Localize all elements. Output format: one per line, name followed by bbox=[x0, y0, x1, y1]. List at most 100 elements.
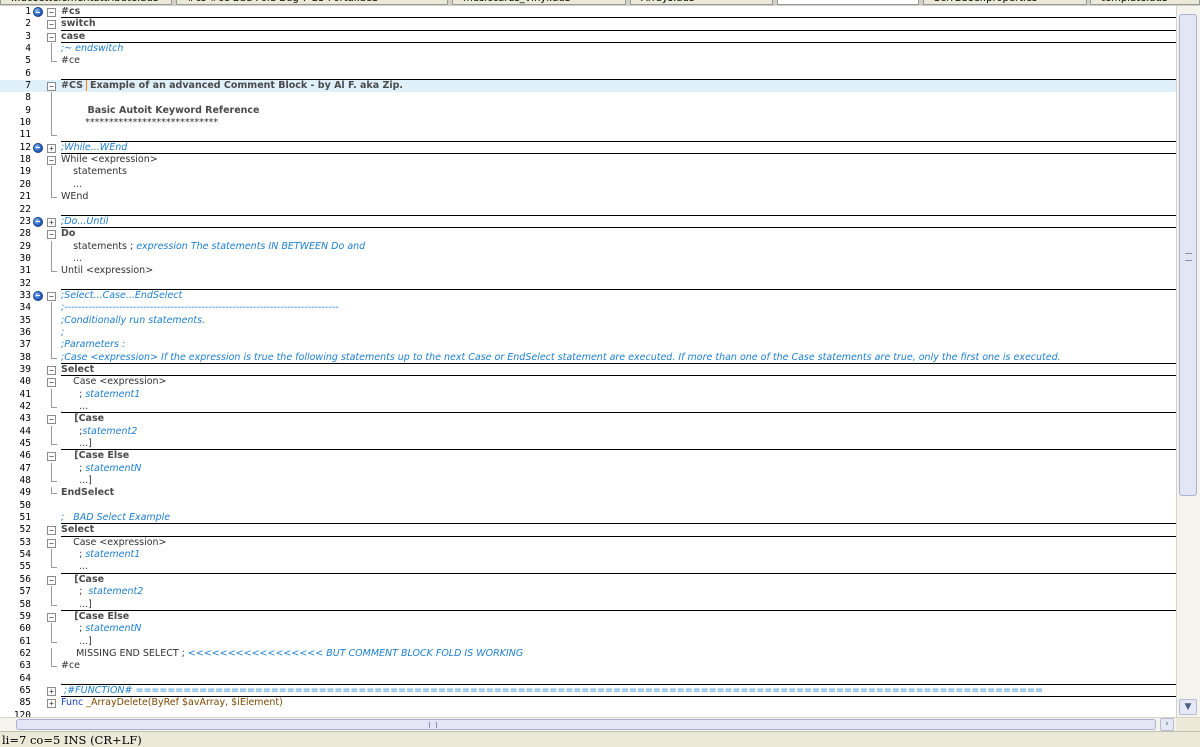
fold-minus-icon[interactable]: − bbox=[47, 156, 56, 166]
code-line[interactable]: 55 ... bbox=[0, 561, 1176, 575]
fold-minus-icon[interactable]: − bbox=[47, 291, 56, 301]
bookmark-marker-icon[interactable] bbox=[33, 216, 43, 227]
code-line[interactable]: 10 **************************** bbox=[0, 117, 1176, 130]
fold-minus-icon[interactable]: − bbox=[47, 365, 56, 375]
code-line[interactable]: 46 − [Case Else bbox=[0, 450, 1176, 462]
code-line[interactable]: 44 ;statement2 bbox=[0, 425, 1176, 439]
code-line[interactable]: 2 − switch bbox=[0, 18, 1176, 32]
horizontal-scroll-thumb[interactable] bbox=[16, 719, 1156, 730]
bookmark-marker-icon[interactable] bbox=[33, 7, 43, 17]
code-text: ;Do...Until bbox=[61, 216, 1176, 228]
code-line[interactable]: 18 − While <expression> bbox=[0, 154, 1176, 166]
code-line[interactable]: 32 bbox=[0, 277, 1176, 291]
fold-minus-icon[interactable]: − bbox=[47, 20, 56, 30]
code-line[interactable]: 43 − [Case bbox=[0, 413, 1176, 425]
code-editor[interactable]: 1− #cs 2− switch 3− case 4 ;~ endswitch 5 #ce 6 7− #… bbox=[0, 6, 1176, 717]
code-line[interactable]: 48 ...] bbox=[0, 475, 1176, 487]
bookmark-marker-icon[interactable] bbox=[33, 290, 43, 301]
tab-6[interactable]: template.au3 bbox=[1090, 0, 1200, 5]
fold-minus-icon[interactable]: − bbox=[47, 378, 56, 388]
tab-1[interactable]: #cs-#ce Bad Fold Bug 7-25 Portal.au3 bbox=[176, 0, 448, 5]
code-line[interactable]: 60 ; statementN bbox=[0, 623, 1176, 636]
tab-3[interactable]: Arrays.au3 bbox=[630, 0, 773, 5]
vertical-scroll-thumb[interactable] bbox=[1179, 14, 1197, 496]
code-segment: Func bbox=[61, 697, 84, 709]
fold-minus-icon[interactable]: − bbox=[47, 538, 56, 548]
code-line[interactable]: 62 MISSING END SELECT ; <<<<<<<<<<<<<<<<… bbox=[0, 647, 1176, 661]
tab-2[interactable]: musiccards_Vinyl.au3 bbox=[452, 0, 626, 5]
code-line[interactable]: 37 ;Parameters : bbox=[0, 339, 1176, 352]
code-line[interactable]: 4 ;~ endswitch bbox=[0, 43, 1176, 56]
code-line[interactable]: 61 ...] bbox=[0, 635, 1176, 648]
code-line[interactable]: 33 − ;Select...Case...EndSelect bbox=[0, 290, 1176, 302]
fold-minus-icon[interactable]: − bbox=[47, 82, 56, 92]
code-line[interactable]: 41 ; statement1 bbox=[0, 388, 1176, 401]
code-line[interactable]: 59 − [Case Else bbox=[0, 611, 1176, 623]
code-line[interactable]: 39 − Select bbox=[0, 364, 1176, 377]
code-line[interactable]: 51 ; BAD Select Example bbox=[0, 512, 1176, 525]
code-line[interactable]: 85 + Func _ArrayDelete(ByRef $avArray, $iE… bbox=[0, 697, 1176, 709]
code-line[interactable]: 19 statements bbox=[0, 166, 1176, 179]
code-line[interactable]: 40 − Case <expression> bbox=[0, 376, 1176, 388]
fold-minus-icon[interactable]: − bbox=[47, 452, 56, 462]
code-line[interactable]: 58 ...] bbox=[0, 598, 1176, 612]
fold-minus-icon[interactable]: − bbox=[47, 415, 56, 425]
code-line[interactable]: 28 − Do bbox=[0, 228, 1176, 240]
scroll-down-icon[interactable]: ▼ bbox=[1179, 699, 1197, 715]
fold-plus-icon[interactable]: + bbox=[47, 699, 56, 709]
fold-minus-icon[interactable]: − bbox=[47, 612, 56, 622]
code-segment: ; BAD Select Example bbox=[61, 512, 171, 524]
tab-5[interactable]: SciTEUser.properties bbox=[923, 0, 1087, 5]
code-line[interactable]: 20 ... bbox=[0, 178, 1176, 192]
fold-minus-icon[interactable]: − bbox=[47, 526, 56, 536]
code-line[interactable]: 50 bbox=[0, 500, 1176, 512]
code-line[interactable]: 6 bbox=[0, 68, 1176, 81]
code-line[interactable]: 47 ; statementN bbox=[0, 462, 1176, 476]
code-line[interactable]: 34 ;-------------------------------------… bbox=[0, 302, 1176, 315]
code-line[interactable]: 63 #ce bbox=[0, 660, 1176, 672]
code-line[interactable]: 7 − #CS Example of an advanced Comment Bloc… bbox=[0, 80, 1176, 93]
code-line[interactable]: 57 ; statement2 bbox=[0, 586, 1176, 599]
line-number: 48 bbox=[19, 475, 31, 487]
fold-plus-icon[interactable]: + bbox=[47, 686, 56, 696]
code-line[interactable]: 52 − Select bbox=[0, 524, 1176, 538]
code-line[interactable]: 22 bbox=[0, 204, 1176, 217]
code-line[interactable]: 30 ... bbox=[0, 252, 1176, 266]
code-line[interactable]: 8 bbox=[0, 92, 1176, 105]
code-line[interactable]: 36; bbox=[0, 326, 1176, 340]
fold-minus-icon[interactable]: − bbox=[47, 8, 56, 17]
code-line[interactable]: 3 − case bbox=[0, 31, 1176, 44]
code-line[interactable]: 23 + ;Do...Until bbox=[0, 216, 1176, 229]
code-line[interactable]: 64 bbox=[0, 673, 1176, 686]
vertical-scrollbar[interactable]: ▼ bbox=[1176, 6, 1200, 717]
bookmark-marker-icon[interactable] bbox=[33, 142, 43, 153]
fold-minus-icon[interactable]: − bbox=[47, 32, 56, 42]
fold-minus-icon[interactable]: − bbox=[47, 575, 56, 585]
code-line[interactable]: 38 ;Case <expression> If the expression i… bbox=[0, 351, 1176, 365]
horizontal-scrollbar[interactable]: › bbox=[0, 717, 1176, 732]
code-line[interactable]: 12 + ;While...WEnd bbox=[0, 142, 1176, 155]
fold-plus-icon[interactable]: + bbox=[47, 143, 56, 153]
code-line[interactable]: 53 − Case <expression> bbox=[0, 537, 1176, 549]
code-line[interactable]: 29 statements ; expression The statement… bbox=[0, 240, 1176, 253]
code-line[interactable]: 49 EndSelect bbox=[0, 487, 1176, 499]
code-line[interactable]: 11 bbox=[0, 129, 1176, 143]
code-line[interactable]: 5 #ce bbox=[0, 55, 1176, 67]
line-number: 32 bbox=[19, 277, 31, 289]
code-line[interactable]: 65 + ;#FUNCTION# ========================… bbox=[0, 685, 1176, 698]
scroll-right-icon[interactable]: › bbox=[1160, 718, 1174, 731]
code-line[interactable]: 56 − [Case bbox=[0, 574, 1176, 586]
tab-0[interactable]: ...dosettelementattribute.au3 bbox=[0, 0, 172, 5]
code-line[interactable]: 31 Until <expression> bbox=[0, 265, 1176, 277]
code-line[interactable]: 35 ;Conditionally run statements. bbox=[0, 314, 1176, 327]
tab-4[interactable] bbox=[777, 0, 919, 5]
fold-minus-icon[interactable]: − bbox=[47, 230, 56, 240]
code-line[interactable]: 54 ; statement1 bbox=[0, 549, 1176, 562]
code-line[interactable]: 42 ... bbox=[0, 401, 1176, 414]
fold-plus-icon[interactable]: + bbox=[47, 217, 56, 227]
code-line[interactable]: 9 Basic Autoit Keyword Reference bbox=[0, 104, 1176, 118]
code-line[interactable]: 21 WEnd bbox=[0, 191, 1176, 203]
code-line[interactable]: 1 − #cs bbox=[0, 6, 1176, 19]
code-line[interactable]: 120 bbox=[0, 710, 1176, 717]
code-line[interactable]: 45 ...] bbox=[0, 438, 1176, 451]
